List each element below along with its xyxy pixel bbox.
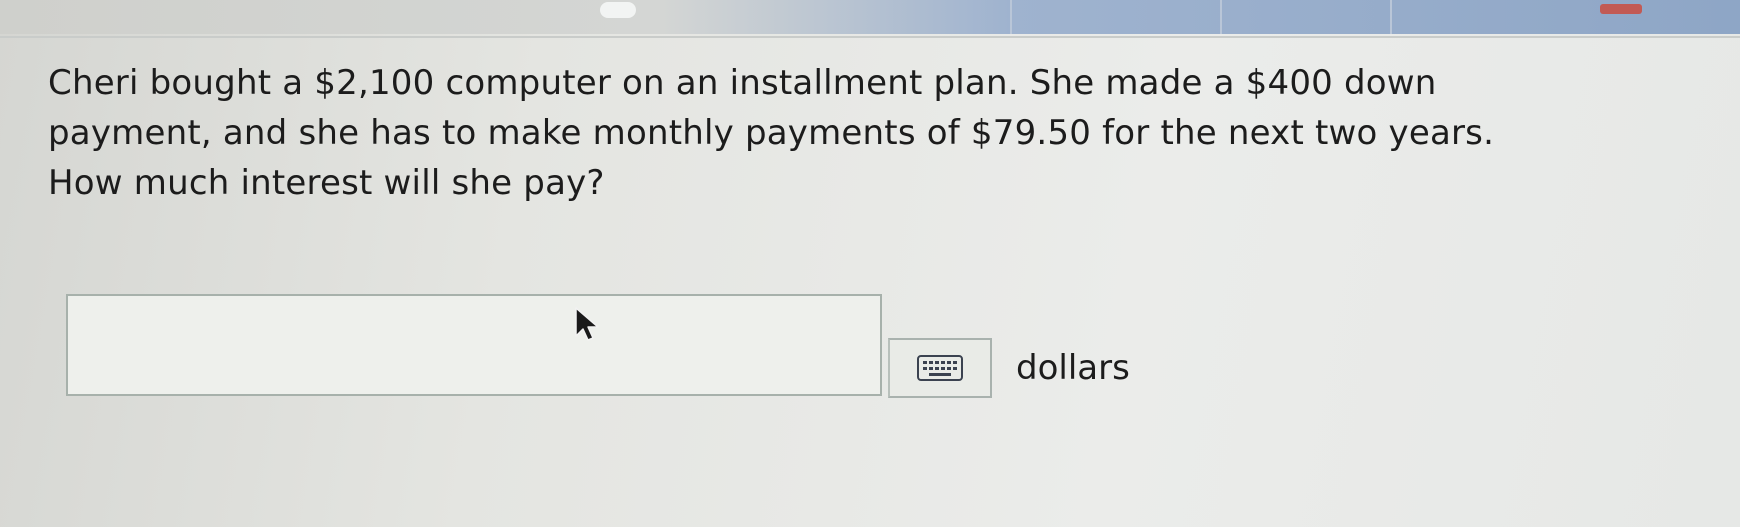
screen-glare	[600, 2, 636, 18]
question-line-3: How much interest will she pay?	[48, 163, 605, 203]
top-strip-divider	[1220, 0, 1222, 34]
question-line-1: Cheri bought a $2,100 computer on an ins…	[48, 63, 1437, 103]
keyboard-button[interactable]	[888, 338, 992, 398]
answer-input[interactable]	[66, 294, 882, 396]
question-text: Cheri bought a $2,100 computer on an ins…	[48, 58, 1708, 208]
browser-top-strip	[0, 0, 1740, 34]
question-line-2: payment, and she has to make monthly pay…	[48, 113, 1495, 153]
top-strip-divider	[1390, 0, 1392, 34]
header-divider	[0, 36, 1740, 38]
unit-label: dollars	[1016, 348, 1130, 388]
keyboard-icon	[917, 355, 963, 381]
top-strip-divider	[1010, 0, 1012, 34]
top-strip-accent	[1600, 4, 1642, 14]
mouse-pointer-icon	[575, 307, 599, 341]
